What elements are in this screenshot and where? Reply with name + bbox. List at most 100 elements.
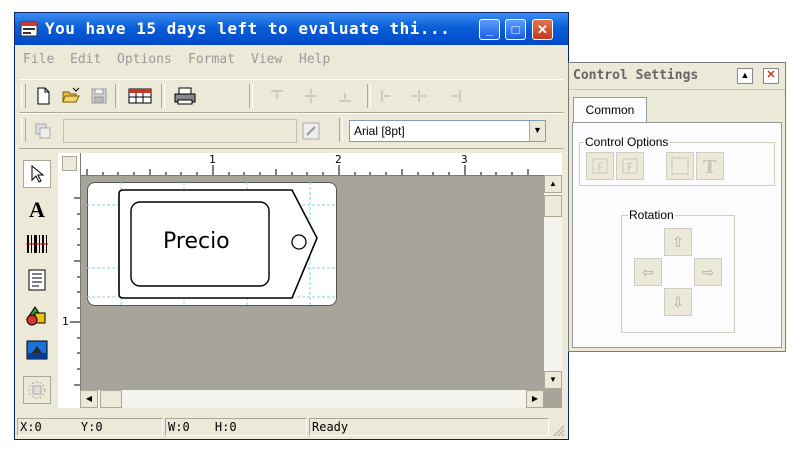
design-canvas[interactable]: 1 2 3 1 Precio ▲ ▼ ◀ ▶	[58, 153, 562, 408]
shape-tool[interactable]	[23, 302, 51, 330]
tool-palette: A	[19, 156, 55, 410]
panel-title-bar[interactable]: Control Settings ▲ ✕	[569, 63, 785, 90]
option-text-button[interactable]: T	[696, 152, 724, 180]
align-top-icon[interactable]	[267, 86, 287, 106]
option-bold-button[interactable]: F	[586, 152, 614, 180]
arrow-right-icon: ⇨	[702, 264, 714, 280]
arrow-left-icon: ⇦	[642, 264, 654, 280]
window-title: You have 15 days left to evaluate thi...	[45, 19, 451, 38]
paragraph-tool[interactable]	[23, 266, 51, 294]
database-icon[interactable]	[127, 86, 153, 106]
svg-text:F: F	[627, 161, 633, 174]
resize-grip-icon[interactable]	[553, 425, 565, 437]
status-bar: X:0 Y:0 W:0 H:0 Ready	[15, 415, 568, 439]
rotate-right-button[interactable]: ⇨	[694, 258, 722, 286]
picture-tool[interactable]	[23, 336, 51, 364]
toolbar-grip[interactable]	[21, 84, 26, 108]
scroll-down-button[interactable]: ▼	[544, 371, 562, 389]
scroll-left-button[interactable]: ◀	[80, 390, 98, 408]
control-settings-panel: Control Settings ▲ ✕ Common Control Opti…	[568, 62, 786, 352]
text-style-icon: T	[703, 157, 717, 178]
object-properties-icon[interactable]	[33, 121, 53, 141]
menu-format[interactable]: Format	[188, 52, 235, 67]
misc-tool[interactable]	[23, 376, 51, 404]
vertical-scrollbar[interactable]: ▲ ▼	[544, 175, 562, 389]
picture-icon	[26, 340, 48, 360]
tab-common[interactable]: Common	[573, 97, 647, 123]
minimize-button[interactable]: _	[479, 19, 500, 40]
horizontal-ruler: 1 2 3	[58, 153, 562, 176]
selection-icon	[28, 381, 46, 399]
rotation-label: Rotation	[628, 208, 675, 222]
menu-file[interactable]: File	[23, 52, 54, 67]
menu-options[interactable]: Options	[117, 52, 172, 67]
panel-close-button[interactable]: ✕	[763, 68, 779, 84]
status-size: W:0 H:0	[165, 418, 307, 436]
close-icon: ✕	[766, 69, 776, 81]
menu-help[interactable]: Help	[299, 52, 330, 67]
toolbar-separator	[249, 84, 253, 108]
svg-text:F: F	[597, 161, 603, 174]
ruler-label: 2	[335, 153, 342, 166]
scroll-up-button[interactable]: ▲	[544, 175, 562, 193]
status-y: Y:0	[80, 420, 103, 434]
menu-edit[interactable]: Edit	[70, 52, 101, 67]
scroll-h-thumb[interactable]	[100, 390, 122, 408]
align-bottom-icon[interactable]	[335, 86, 355, 106]
shapes-icon	[26, 306, 46, 326]
align-left-icon[interactable]	[377, 86, 397, 106]
rotate-left-button[interactable]: ⇦	[634, 258, 662, 286]
title-bar[interactable]: You have 15 days left to evaluate thi...…	[15, 13, 568, 45]
maximize-icon: □	[511, 22, 520, 37]
status-x: X:0	[20, 420, 42, 434]
menu-view[interactable]: View	[251, 52, 282, 67]
document-text-icon	[28, 269, 46, 291]
chevron-down-icon[interactable]: ▼	[529, 121, 545, 141]
ruler-corner[interactable]	[62, 156, 77, 171]
format-bold-icon: F	[592, 158, 608, 174]
pointer-tool[interactable]	[23, 160, 51, 188]
align-right-icon[interactable]	[445, 86, 465, 106]
font-select-value: Arial [8pt]	[354, 124, 405, 138]
rotate-up-button[interactable]: ⇧	[664, 228, 692, 256]
font-select[interactable]: Arial [8pt] ▼	[349, 120, 546, 142]
border-icon	[671, 157, 689, 175]
status-w: W:0	[168, 420, 190, 434]
ruler-ticks	[70, 197, 80, 386]
ruler-label: 1	[209, 153, 216, 166]
align-middle-icon[interactable]	[301, 86, 321, 106]
barcode-tool[interactable]	[23, 230, 51, 258]
label-page[interactable]: Precio	[87, 182, 337, 306]
open-folder-icon[interactable]	[61, 86, 81, 106]
label-text[interactable]: Precio	[163, 229, 230, 254]
close-icon: ✕	[537, 22, 548, 37]
tab-common-label: Common	[585, 103, 635, 117]
tab-common-body: Control Options F F T Rotation ⇧ ⇦ ⇨ ⇩	[572, 122, 782, 348]
new-document-icon[interactable]	[33, 86, 53, 106]
ruler-label: 3	[461, 153, 468, 166]
close-button[interactable]: ✕	[532, 19, 553, 40]
barcode-icon	[26, 235, 48, 253]
toolbar-separator	[161, 84, 165, 108]
option-border-button[interactable]	[666, 152, 694, 180]
panel-collapse-button[interactable]: ▲	[737, 68, 753, 84]
print-icon[interactable]	[173, 86, 197, 106]
scroll-right-button[interactable]: ▶	[526, 390, 544, 408]
toolbar-grip[interactable]	[21, 118, 26, 142]
menu-bar: File Edit Options Format View Help	[15, 49, 568, 69]
scroll-thumb[interactable]	[544, 195, 562, 217]
text-tool-icon: A	[29, 197, 45, 222]
align-center-icon[interactable]	[409, 86, 429, 106]
horizontal-scrollbar[interactable]: ◀ ▶	[80, 390, 544, 408]
option-italic-button[interactable]: F	[616, 152, 644, 180]
text-tool[interactable]: A	[23, 196, 51, 224]
object-text-field[interactable]	[63, 119, 297, 143]
save-icon[interactable]	[89, 86, 109, 106]
arrow-down-icon: ⇩	[672, 294, 684, 310]
rotate-down-button[interactable]: ⇩	[664, 288, 692, 316]
maximize-button[interactable]: □	[505, 19, 526, 40]
app-icon	[20, 21, 38, 37]
edit-text-icon[interactable]	[301, 121, 321, 141]
minimize-icon: _	[485, 22, 494, 37]
collapse-up-icon: ▲	[740, 70, 750, 80]
